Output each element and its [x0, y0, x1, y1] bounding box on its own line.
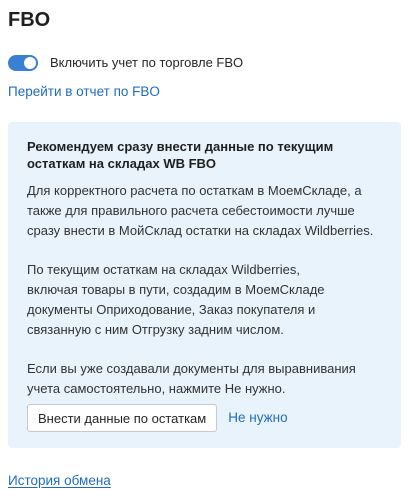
notice-heading: Рекомендуем сразу внести данные по текущ… — [27, 139, 334, 171]
initial-stock-notice: Рекомендуем сразу внести данные по текущ… — [8, 122, 401, 448]
not-needed-link[interactable]: Не нужно — [228, 409, 287, 427]
page-title: FBO — [8, 9, 51, 31]
enter-stock-data-button[interactable]: Внести данные по остаткам — [27, 404, 218, 432]
notice-paragraph-2: По текущим остаткам на складах Wildberri… — [27, 262, 325, 337]
fbo-settings-page: FBO Включить учет по торговле FBO Перейт… — [0, 0, 408, 490]
fbo-toggle-label: Включить учет по торговле FBO — [50, 55, 244, 70]
toggle-knob — [24, 57, 36, 69]
fbo-toggle-row: Включить учет по торговле FBO — [8, 55, 243, 71]
notice-actions: Внести данные по остаткам Не нужно — [27, 404, 288, 432]
exchange-history-link[interactable]: История обмена — [8, 472, 111, 490]
fbo-report-link[interactable]: Перейти в отчет по FBO — [8, 83, 160, 101]
notice-paragraph-1: Для корректного расчета по остаткам в Мо… — [27, 183, 374, 238]
notice-paragraph-3: Если вы уже создавали документы для выра… — [27, 361, 356, 396]
fbo-toggle-switch[interactable] — [8, 55, 38, 71]
